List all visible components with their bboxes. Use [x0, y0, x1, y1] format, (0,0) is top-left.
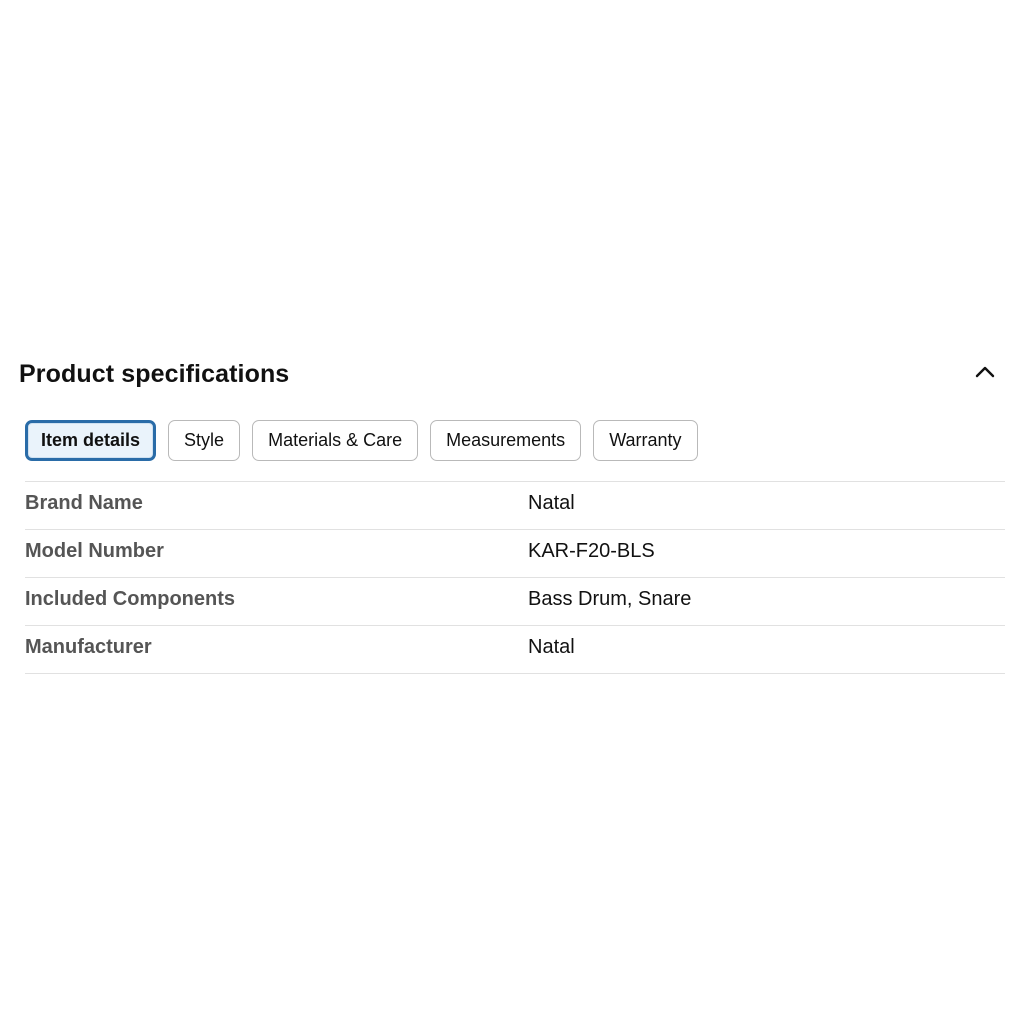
spec-row: Model Number KAR-F20-BLS: [25, 530, 1005, 578]
tab-item-details[interactable]: Item details: [25, 420, 157, 461]
spec-label: Manufacturer: [25, 636, 152, 658]
section-title: Product specifications: [19, 360, 290, 388]
chevron-up-icon: [975, 366, 995, 378]
spec-label: Brand Name: [25, 492, 143, 514]
spec-label: Model Number: [25, 540, 164, 562]
tab-style[interactable]: Style: [168, 420, 241, 461]
tab-measurements[interactable]: Measurements: [430, 420, 582, 461]
spec-value: Natal: [528, 492, 575, 514]
product-specifications-section: Product specifications Item details Styl…: [0, 340, 1024, 674]
spec-value: Natal: [528, 636, 575, 658]
spec-label: Included Components: [25, 588, 235, 610]
tab-warranty[interactable]: Warranty: [593, 420, 698, 461]
spec-row: Brand Name Natal: [25, 482, 1005, 530]
collapse-button[interactable]: [968, 356, 1002, 388]
section-header: Product specifications: [0, 340, 1024, 410]
spec-row: Included Components Bass Drum, Snare: [25, 578, 1005, 626]
spec-table: Brand Name Natal Model Number KAR-F20-BL…: [25, 481, 1005, 674]
spec-tabs: Item details Style Materials & Care Meas…: [25, 420, 698, 461]
spec-value: Bass Drum, Snare: [528, 588, 692, 610]
tab-materials-care[interactable]: Materials & Care: [252, 420, 419, 461]
spec-value: KAR-F20-BLS: [528, 540, 655, 562]
spec-row: Manufacturer Natal: [25, 626, 1005, 674]
